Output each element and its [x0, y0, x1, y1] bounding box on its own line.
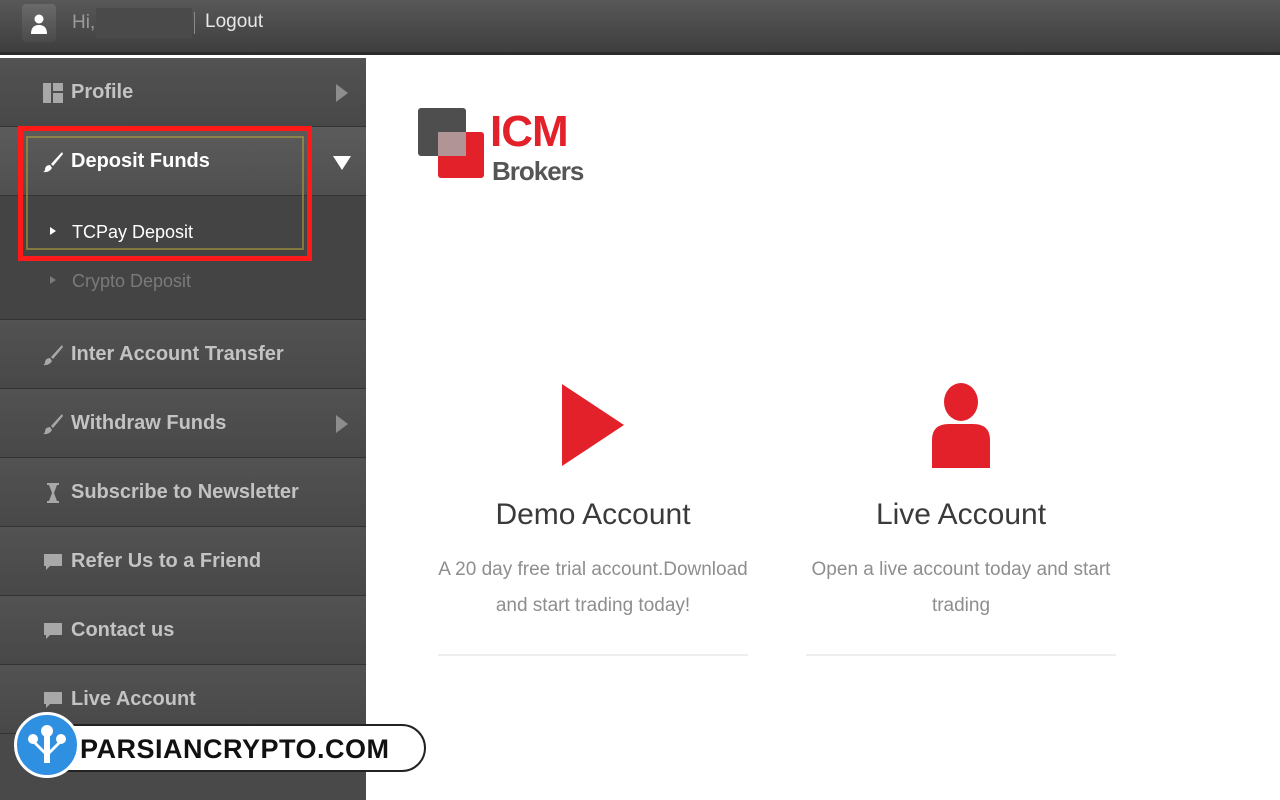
logout-link[interactable]: Logout — [205, 11, 263, 33]
brush-icon — [43, 414, 63, 435]
user-icon — [31, 14, 47, 34]
play-icon[interactable] — [560, 382, 626, 468]
live-account-card[interactable]: Live Account Open a live account today a… — [806, 360, 1116, 656]
tree-icon — [28, 725, 66, 763]
top-bar: Hi, Logout — [0, 0, 1280, 55]
icm-brokers-logo: ICM Brokers — [418, 108, 588, 188]
sidebar-item-deposit-funds[interactable]: Deposit Funds — [0, 127, 366, 196]
chevron-down-icon — [333, 156, 351, 170]
hourglass-icon — [47, 483, 59, 503]
sidebar-item-inter-account-transfer[interactable]: Inter Account Transfer — [0, 320, 366, 389]
user-icon[interactable] — [931, 382, 991, 468]
watermark-logo-icon — [14, 712, 80, 778]
sidebar-item-label: Live Account — [71, 688, 196, 710]
sidebar-item-refer-friend[interactable]: Refer Us to a Friend — [0, 527, 366, 596]
sidebar-item-label: Contact us — [71, 619, 175, 641]
dashboard-icon — [43, 83, 63, 103]
sidebar-item-label: Inter Account Transfer — [71, 343, 284, 365]
watermark-text: PARSIANCRYPTO.COM — [80, 734, 390, 764]
divider — [194, 12, 195, 34]
bullet-icon — [50, 227, 56, 236]
sidebar-item-withdraw-funds[interactable]: Withdraw Funds — [0, 389, 366, 458]
submenu-item-tcpay-deposit[interactable]: TCPay Deposit — [50, 222, 193, 243]
card-description-line: A 20 day free trial account.Download — [438, 559, 748, 580]
sidebar-item-label: Deposit Funds — [71, 150, 210, 172]
deposit-submenu: TCPay Deposit Crypto Deposit — [0, 196, 366, 320]
chat-icon — [44, 554, 62, 570]
sidebar-item-label: Withdraw Funds — [71, 412, 227, 434]
sidebar-item-subscribe-newsletter[interactable]: Subscribe to Newsletter — [0, 458, 366, 527]
sidebar-item-label: Subscribe to Newsletter — [71, 481, 299, 503]
card-description-line: Open a live account today and start — [811, 559, 1111, 580]
card-divider — [438, 654, 748, 656]
sidebar-item-label: Profile — [71, 81, 134, 103]
submenu-item-label: TCPay Deposit — [72, 222, 194, 242]
sidebar-item-profile[interactable]: Profile — [0, 58, 366, 127]
redacted-username — [96, 8, 192, 38]
chevron-right-icon — [336, 84, 348, 102]
card-description-line: and start trading today! — [495, 595, 691, 616]
card-description-line: trading — [931, 595, 991, 616]
chat-icon — [44, 692, 62, 708]
bullet-icon — [50, 276, 56, 285]
card-divider — [806, 654, 1116, 656]
avatar[interactable] — [22, 4, 56, 42]
brush-icon — [43, 152, 63, 173]
card-description: Open a live account today and start trad… — [806, 552, 1116, 624]
logo-square-overlap — [438, 132, 466, 156]
logo-text-brokers: Brokers — [492, 156, 584, 186]
sidebar: Profile Deposit Funds TCPay Deposit Cryp… — [0, 58, 366, 800]
greeting-text: Hi, — [72, 12, 96, 33]
card-title[interactable]: Live Account — [806, 498, 1116, 532]
submenu-item-crypto-deposit[interactable]: Crypto Deposit — [50, 271, 191, 292]
sidebar-item-contact-us[interactable]: Contact us — [0, 596, 366, 665]
logo-text-icm: ICM — [490, 107, 569, 156]
brush-icon — [43, 345, 63, 366]
watermark: PARSIANCRYPTO.COM — [14, 712, 426, 778]
demo-account-card[interactable]: Demo Account A 20 day free trial account… — [438, 360, 748, 656]
chevron-right-icon — [336, 415, 348, 433]
card-title[interactable]: Demo Account — [438, 498, 748, 532]
card-description: A 20 day free trial account.Download and… — [438, 552, 748, 624]
sidebar-item-label: Refer Us to a Friend — [71, 550, 262, 572]
submenu-item-label: Crypto Deposit — [72, 271, 192, 291]
chat-icon — [44, 623, 62, 639]
